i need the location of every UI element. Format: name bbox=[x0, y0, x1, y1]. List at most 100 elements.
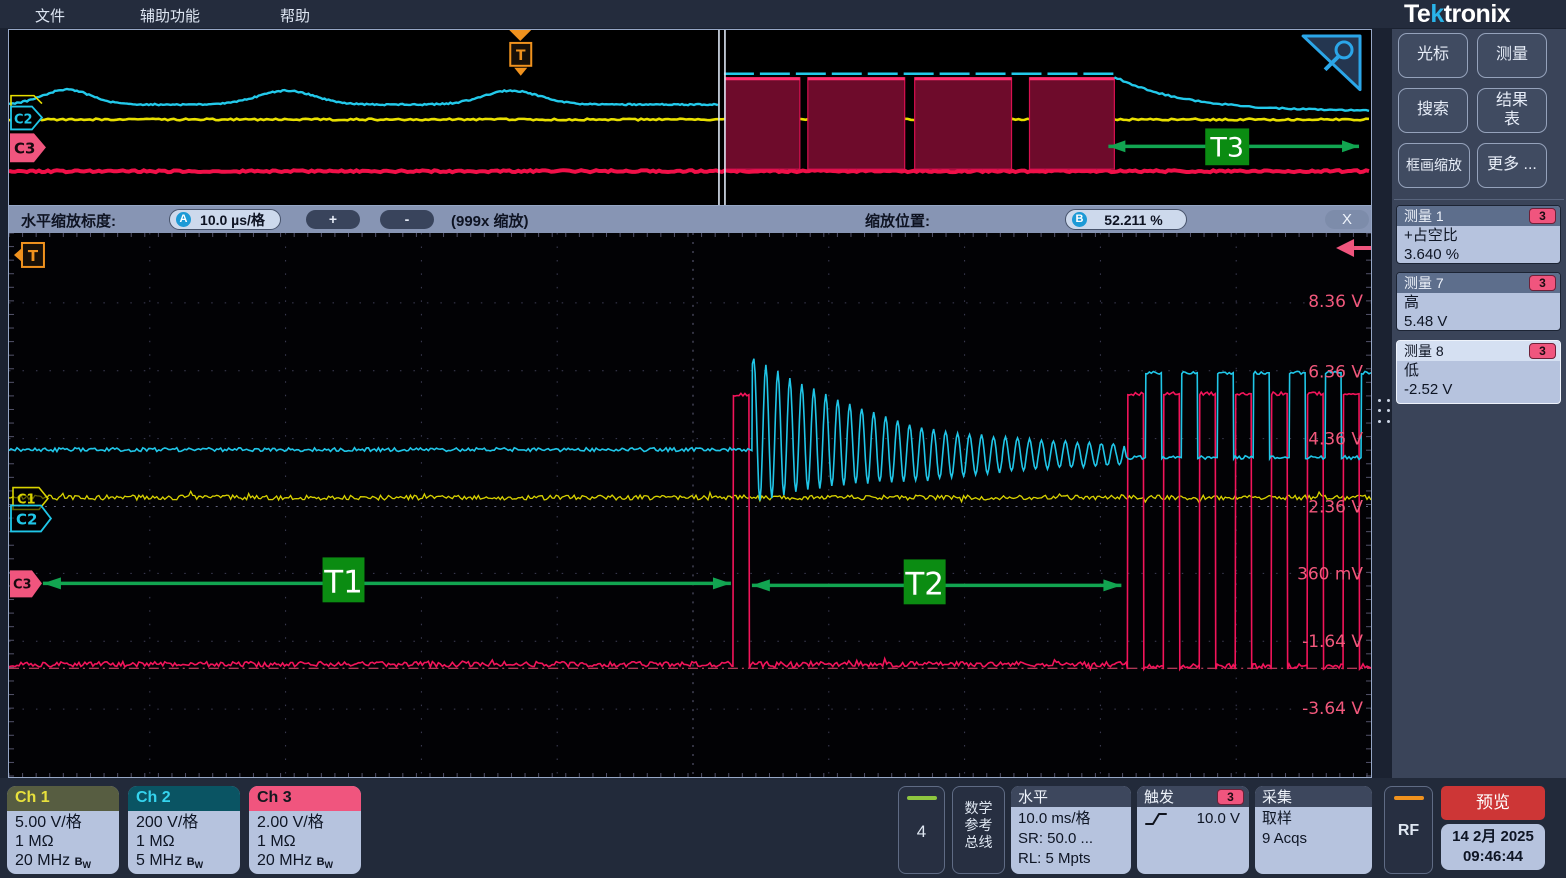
results-table-button[interactable]: 结果表 bbox=[1477, 88, 1547, 133]
time-text: 09:46:44 bbox=[1441, 847, 1545, 867]
trigger-position-marker[interactable]: T bbox=[14, 243, 44, 267]
panel-resize-handle[interactable] bbox=[1378, 398, 1390, 424]
ch3-overview-marker[interactable]: C3 bbox=[10, 133, 46, 162]
svg-text:6.36 V: 6.36 V bbox=[1308, 363, 1363, 383]
sample-rate: SR: 50.0 ... bbox=[1018, 829, 1124, 849]
t3-annotation: T3 bbox=[1108, 128, 1359, 165]
measure-button[interactable]: 测量 bbox=[1477, 33, 1547, 78]
zoom-scale-value: 10.0 µs/格 bbox=[200, 210, 265, 230]
knob-a-icon: A bbox=[176, 212, 191, 227]
math-ref-bus-button[interactable]: 数学 参考 总线 bbox=[952, 786, 1005, 874]
source-channel-badge: 3 bbox=[1529, 343, 1556, 359]
zoom-scale-label: 水平缩放标度: bbox=[21, 210, 116, 231]
channel-1-name: Ch 1 bbox=[7, 786, 119, 811]
channel-scale: 5.00 V/格 bbox=[15, 813, 119, 832]
tektronix-logo: Tektronix bbox=[1404, 0, 1510, 29]
menu-bar: 文件 辅助功能 帮助 Tektronix bbox=[0, 0, 1566, 28]
source-channel-badge: 3 bbox=[1529, 275, 1556, 291]
measurement-title: 测量 1 bbox=[1404, 206, 1444, 226]
zoom-toolbar: 水平缩放标度: A 10.0 µs/格 + - (999x 缩放) 缩放位置: … bbox=[8, 206, 1372, 233]
measurement-badge-8[interactable]: 测量 8 3 低 -2.52 V bbox=[1396, 340, 1561, 404]
bandwidth-limit-icon: BW bbox=[75, 856, 91, 868]
measurement-value: 5.48 V bbox=[1404, 312, 1553, 331]
channel-4-button[interactable]: 4 bbox=[898, 786, 945, 874]
svg-text:C2: C2 bbox=[14, 112, 33, 127]
panel-separator bbox=[1394, 199, 1564, 200]
channel-3-badge[interactable]: Ch 3 2.00 V/格 1 MΩ 20 MHz BW bbox=[249, 786, 361, 874]
waveform-traces bbox=[9, 359, 1371, 670]
ch2-marker[interactable]: C2 bbox=[11, 505, 51, 531]
zoom-overview-icon[interactable] bbox=[1303, 36, 1360, 90]
menu-file[interactable]: 文件 bbox=[35, 5, 65, 26]
graticule bbox=[9, 233, 1371, 777]
draw-zoom-button[interactable]: 框画缩放 bbox=[1398, 143, 1470, 188]
overview-traces bbox=[9, 30, 1369, 205]
rf-label: RF bbox=[1385, 822, 1432, 840]
zoom-scale-control[interactable]: A 10.0 µs/格 bbox=[169, 209, 281, 230]
svg-text:T2: T2 bbox=[904, 566, 944, 602]
measurement-value: 3.640 % bbox=[1404, 245, 1553, 264]
menu-utility[interactable]: 辅助功能 bbox=[140, 5, 200, 26]
channel-4-label: 4 bbox=[899, 822, 944, 842]
channel-impedance: 1 MΩ bbox=[257, 832, 361, 851]
t2-annotation: T2 bbox=[752, 559, 1121, 604]
trigger-source-badge: 3 bbox=[1217, 789, 1244, 805]
measurement-name: 高 bbox=[1404, 293, 1553, 312]
right-control-panel: 光标 测量 搜索 结果表 框画缩放 更多 ... 测量 1 3 +占空比 3.6… bbox=[1392, 29, 1566, 778]
measurement-badge-1[interactable]: 测量 1 3 +占空比 3.640 % bbox=[1396, 205, 1561, 264]
measurement-value: -2.52 V bbox=[1404, 380, 1553, 399]
svg-text:T1: T1 bbox=[323, 564, 363, 600]
zoom-position-label: 缩放位置: bbox=[865, 210, 930, 231]
more-button[interactable]: 更多 ... bbox=[1477, 143, 1547, 188]
measurement-badge-7[interactable]: 测量 7 3 高 5.48 V bbox=[1396, 272, 1561, 331]
overview-trigger-marker[interactable]: T bbox=[509, 30, 531, 76]
acquisition-mode: 取样 bbox=[1262, 809, 1365, 829]
datetime-display: 14 2月 2025 09:46:44 bbox=[1441, 824, 1545, 870]
trigger-title: 触发 bbox=[1144, 786, 1174, 807]
trigger-badge[interactable]: 触发 3 10.0 V bbox=[1137, 786, 1249, 874]
channel-2-name: Ch 2 bbox=[128, 786, 240, 811]
channel-impedance: 1 MΩ bbox=[136, 832, 240, 851]
channel-impedance: 1 MΩ bbox=[15, 832, 119, 851]
channel-4-color-line bbox=[907, 796, 937, 800]
acquisition-count: 9 Acqs bbox=[1262, 829, 1365, 849]
zoom-position-value: 52.211 % bbox=[1104, 212, 1162, 228]
svg-text:T: T bbox=[516, 48, 526, 64]
menu-help[interactable]: 帮助 bbox=[280, 5, 310, 26]
source-channel-badge: 3 bbox=[1529, 208, 1556, 224]
preview-status-button[interactable]: 预览 bbox=[1441, 786, 1545, 820]
rf-button[interactable]: RF bbox=[1384, 786, 1433, 874]
bandwidth-limit-icon: BW bbox=[317, 856, 333, 868]
acquisition-badge[interactable]: 采集 取样 9 Acqs bbox=[1255, 786, 1372, 874]
svg-text:-3.64 V: -3.64 V bbox=[1302, 699, 1363, 719]
horizontal-badge[interactable]: 水平 10.0 ms/格 SR: 50.0 ... RL: 5 Mpts bbox=[1011, 786, 1131, 874]
channel-1-badge[interactable]: Ch 1 5.00 V/格 1 MΩ 20 MHz BW bbox=[7, 786, 119, 874]
svg-text:360 mV: 360 mV bbox=[1297, 564, 1363, 584]
main-waveform-display[interactable]: T C1 C2 C3 T1 T2 bbox=[8, 233, 1372, 778]
search-button[interactable]: 搜索 bbox=[1398, 88, 1468, 133]
measurement-title: 测量 7 bbox=[1404, 273, 1444, 293]
svg-text:C2: C2 bbox=[16, 510, 37, 528]
zoom-in-button[interactable]: + bbox=[306, 210, 360, 229]
trigger-level-arrow bbox=[1336, 239, 1371, 257]
svg-text:T3: T3 bbox=[1209, 132, 1244, 163]
measurement-name: +占空比 bbox=[1404, 226, 1553, 245]
svg-text:-1.64 V: -1.64 V bbox=[1302, 632, 1363, 652]
ch3-marker[interactable]: C3 bbox=[10, 570, 42, 597]
rising-edge-icon bbox=[1144, 811, 1168, 827]
horizontal-title: 水平 bbox=[1011, 786, 1131, 807]
zoom-out-button[interactable]: - bbox=[380, 210, 434, 229]
channel-2-badge[interactable]: Ch 2 200 V/格 1 MΩ 5 MHz BW bbox=[128, 786, 240, 874]
svg-text:C3: C3 bbox=[13, 577, 32, 592]
cursors-button[interactable]: 光标 bbox=[1398, 33, 1468, 78]
bottom-status-bar: Ch 1 5.00 V/格 1 MΩ 20 MHz BW Ch 2 200 V/… bbox=[0, 778, 1566, 878]
channel-3-name: Ch 3 bbox=[249, 786, 361, 811]
date-text: 14 2月 2025 bbox=[1441, 827, 1545, 847]
zoom-close-button[interactable]: X bbox=[1325, 210, 1369, 229]
waveform-overview[interactable]: C2 C3 T T3 bbox=[8, 29, 1372, 206]
zoom-position-control[interactable]: B 52.211 % bbox=[1065, 209, 1187, 230]
ch2-overview-marker[interactable]: C2 bbox=[11, 107, 42, 130]
t1-annotation: T1 bbox=[43, 557, 731, 602]
svg-text:C3: C3 bbox=[14, 139, 35, 157]
record-length: RL: 5 Mpts bbox=[1018, 849, 1124, 869]
